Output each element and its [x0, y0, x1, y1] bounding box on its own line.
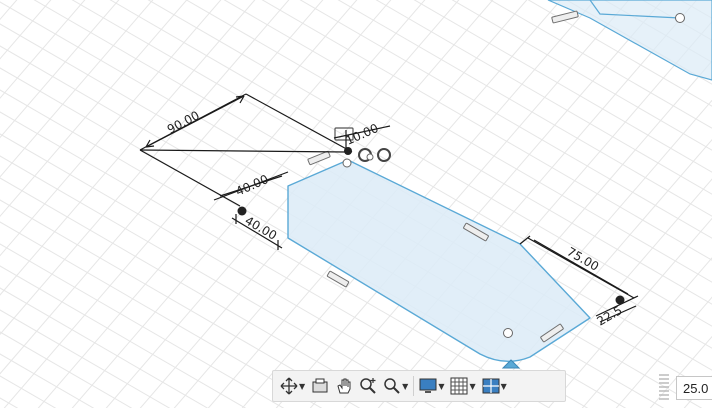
grid-line	[0, 265, 247, 408]
grid-icon	[450, 377, 468, 395]
navigation-toolbar: ▼ ▼ ▼ ▼ ▼	[272, 370, 566, 402]
orbit-dropdown-icon[interactable]: ▼	[299, 382, 305, 391]
panel-grip-handle[interactable]	[659, 374, 669, 400]
viewports-dropdown-icon[interactable]: ▼	[501, 382, 507, 391]
dimension-point[interactable]	[237, 206, 247, 216]
viewports-button[interactable]: ▼	[482, 374, 507, 398]
sketch-canvas[interactable]: 90.00 10.00 40.00 40.00 75.00 22.5	[0, 0, 712, 408]
orbit-button[interactable]: ▼	[280, 374, 305, 398]
toolbar-divider	[413, 376, 415, 396]
fit-dropdown-icon[interactable]: ▼	[402, 382, 408, 391]
dimension-point[interactable]	[344, 147, 352, 155]
grid-line	[0, 309, 171, 408]
fit-button[interactable]: ▼	[383, 374, 408, 398]
display-dropdown-icon[interactable]: ▼	[438, 382, 444, 391]
grid-line	[0, 0, 120, 139]
constraint-glyph	[307, 150, 331, 166]
grid-line	[0, 0, 18, 21]
dimension-10-label[interactable]: 10.00	[344, 121, 381, 148]
orbit-icon	[280, 377, 298, 395]
sketch-point[interactable]	[503, 328, 513, 338]
grid-dropdown-icon[interactable]: ▼	[469, 382, 475, 391]
dimension-40-label[interactable]: 40.00	[243, 213, 280, 242]
look-at-button[interactable]	[311, 374, 329, 398]
monitor-icon	[419, 377, 437, 395]
pan-button[interactable]	[335, 374, 353, 398]
pan-hand-icon	[335, 377, 353, 395]
grid-snaps-button[interactable]: ▼	[450, 374, 476, 398]
sketch-profile[interactable]	[287, 150, 591, 369]
grid-line	[0, 0, 256, 296]
zoom-window-icon	[383, 377, 401, 395]
zoom-icon	[359, 377, 377, 395]
viewports-icon	[482, 377, 500, 395]
display-settings-button[interactable]: ▼	[419, 374, 444, 398]
grid-line	[0, 0, 86, 99]
zoom-button[interactable]	[359, 374, 377, 398]
second-sketch-profile[interactable]	[547, 0, 712, 81]
dimension-90-label[interactable]: 90.00	[165, 108, 202, 136]
zoom-value-field[interactable]	[676, 376, 712, 400]
look-at-icon	[311, 377, 329, 395]
sketch-point[interactable]	[342, 158, 352, 168]
